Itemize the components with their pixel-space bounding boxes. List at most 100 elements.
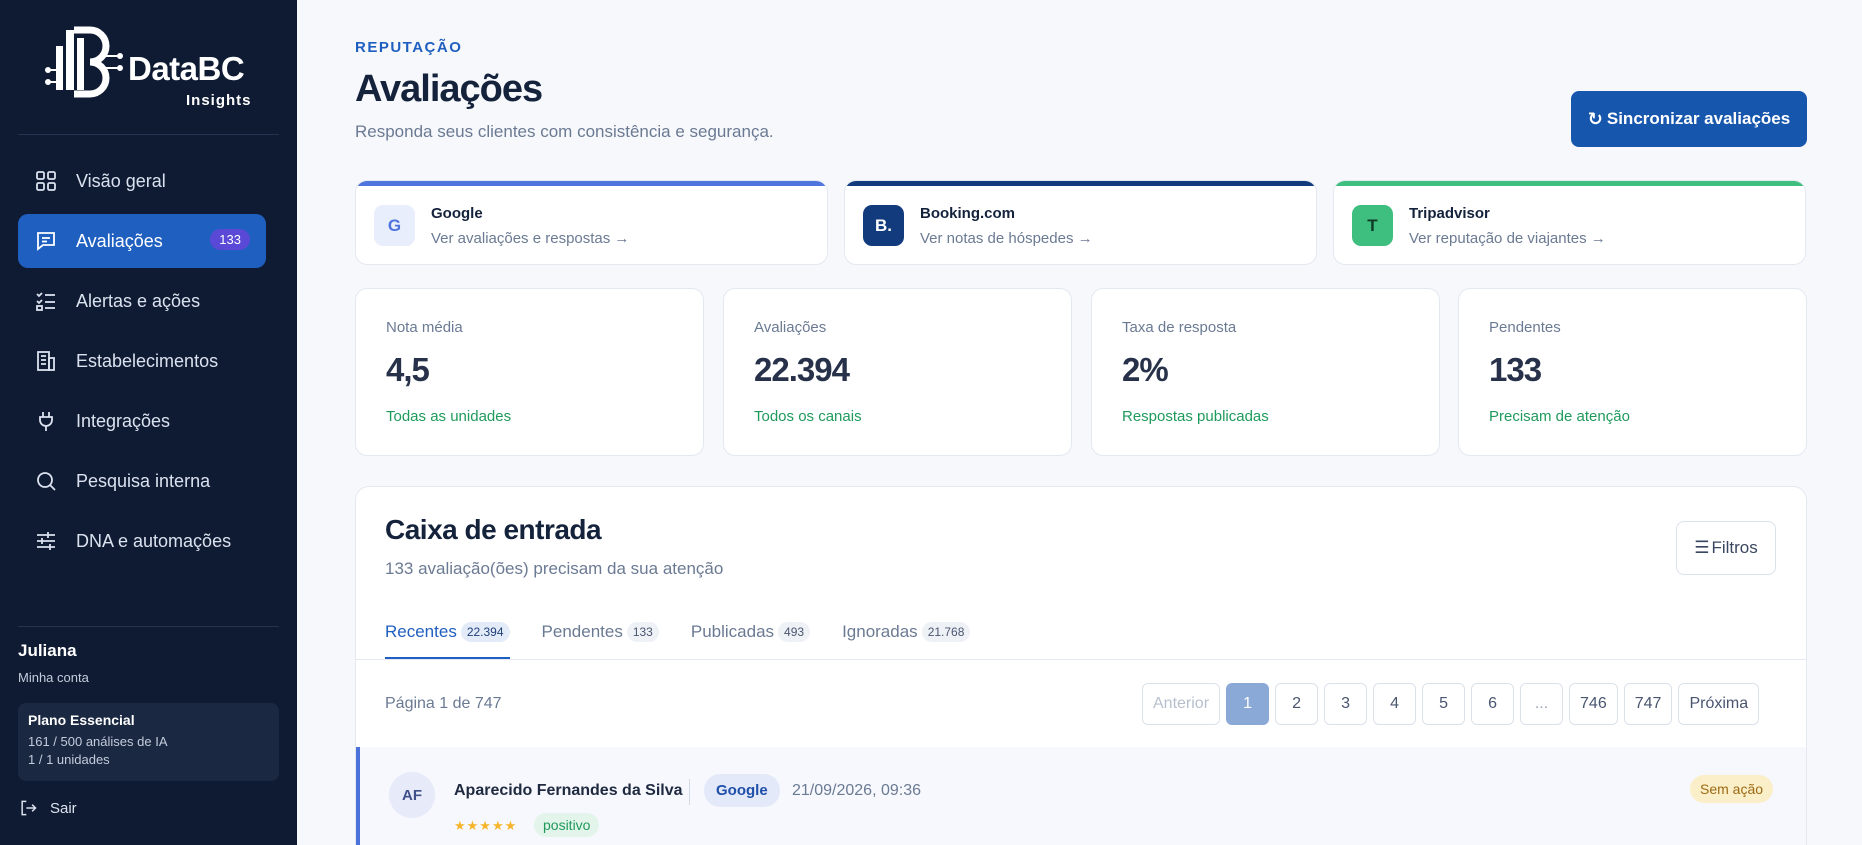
sidebar-item-pesquisa[interactable]: Pesquisa interna [18, 454, 266, 508]
page-button-3[interactable]: 3 [1324, 683, 1368, 725]
main-content: REPUTAÇÃO Avaliações Responda seus clien… [297, 0, 1862, 845]
tab-publicadas[interactable]: Publicadas 493 [690, 617, 811, 647]
filters-label: Filtros [1711, 538, 1758, 557]
sidebar-item-estabelecimentos[interactable]: Estabelecimentos [18, 334, 266, 388]
platform-card-tripadvisor[interactable]: T Tripadvisor Ver reputação de viajantes… [1333, 180, 1806, 265]
review-item[interactable]: AF Aparecido Fernandes da Silva Google 2… [356, 747, 1806, 845]
sidebar-item-label: Integrações [76, 410, 171, 431]
page-button-6[interactable]: 6 [1471, 683, 1515, 725]
kpi-value: 22.394 [754, 351, 850, 388]
platform-link[interactable]: Ver reputação de viajantes → [1409, 230, 1606, 247]
sync-reviews-button[interactable]: ↻ Sincronizar avaliações [1571, 91, 1807, 147]
review-accent-bar [356, 747, 360, 845]
search-icon [34, 469, 58, 493]
plug-icon [34, 409, 58, 433]
logout-label: Sair [50, 799, 77, 817]
kpi-value: 2% [1122, 351, 1169, 388]
page-button-2[interactable]: 2 [1275, 683, 1319, 725]
platform-card-booking[interactable]: B. Booking.com Ver notas de hóspedes → [844, 180, 1317, 265]
kpi-note: Todos os canais [754, 408, 862, 425]
kpi-note: Precisam de atenção [1489, 408, 1630, 425]
refresh-icon: ↻ [1587, 108, 1603, 129]
logout-icon [21, 800, 37, 816]
page-info: Página 1 de 747 [385, 695, 502, 712]
sidebar-item-label: Visão geral [76, 170, 166, 191]
tab-ignoradas[interactable]: Ignoradas 21.768 [842, 617, 971, 647]
kpi-note: Todas as unidades [386, 408, 512, 425]
kpi-value: 133 [1489, 351, 1542, 388]
tab-label: Pendentes [541, 622, 623, 641]
next-page-button[interactable]: Próxima [1678, 683, 1760, 725]
page-button-747[interactable]: 747 [1623, 683, 1673, 725]
sidebar: DataBC Insights Visão geral Avaliações 1… [0, 0, 297, 845]
prev-page-button[interactable]: Anterior [1142, 683, 1221, 725]
divider [356, 659, 1806, 660]
pagination: Anterior 1 2 3 4 5 6 ... 746 747 Próxima [1142, 683, 1765, 725]
booking-icon: B. [863, 205, 904, 246]
tab-label: Ignoradas [842, 622, 918, 641]
brand-logo[interactable]: DataBC Insights [44, 22, 264, 114]
message-icon [34, 229, 58, 253]
page-subtitle: Responda seus clientes com consistência … [355, 122, 774, 141]
page-button-4[interactable]: 4 [1373, 683, 1417, 725]
sentiment-badge: positivo [534, 813, 600, 837]
platform-name: Google [431, 205, 483, 222]
sidebar-item-avaliacoes[interactable]: Avaliações 133 [18, 214, 266, 268]
kpi-label: Taxa de resposta [1122, 319, 1237, 336]
account-link[interactable]: Minha conta [18, 670, 89, 685]
sidebar-item-label: Avaliações [76, 230, 163, 251]
tripadvisor-icon: T [1352, 205, 1393, 246]
sliders-icon [34, 529, 58, 553]
page-title: Avaliações [355, 68, 543, 110]
avatar: AF [389, 772, 435, 818]
kpi-card-avaliacoes: Avaliações 22.394 Todos os canais [723, 288, 1072, 456]
page-button-5[interactable]: 5 [1422, 683, 1466, 725]
logo-mark-icon [45, 26, 123, 98]
platform-link[interactable]: Ver avaliações e respostas → [431, 230, 629, 247]
status-badge: Sem ação [1690, 775, 1774, 803]
inbox-title: Caixa de entrada [385, 514, 602, 545]
sidebar-item-label: Estabelecimentos [76, 350, 219, 371]
platform-link[interactable]: Ver notas de hóspedes → [920, 230, 1093, 247]
user-name: Juliana [18, 641, 77, 660]
tab-count: 21.768 [921, 622, 971, 642]
sidebar-item-label: Alertas e ações [76, 290, 201, 311]
divider [689, 779, 690, 805]
page-button-1[interactable]: 1 [1226, 683, 1270, 725]
kpi-card-nota-media: Nota média 4,5 Todas as unidades [355, 288, 704, 456]
accent-bar [1334, 181, 1805, 186]
divider [18, 626, 279, 627]
filters-button[interactable]: ☰ Filtros [1676, 521, 1776, 575]
sidebar-item-visao-geral[interactable]: Visão geral [18, 154, 266, 208]
accent-bar [845, 181, 1316, 186]
kpi-label: Nota média [386, 319, 463, 336]
plan-units: 1 / 1 unidades [28, 752, 110, 767]
kpi-note: Respostas publicadas [1122, 408, 1269, 425]
google-icon: G [374, 205, 415, 246]
checklist-icon [34, 289, 58, 313]
star-rating: ★★★★★ [454, 818, 518, 833]
tab-label: Publicadas [690, 622, 775, 641]
sidebar-item-alertas[interactable]: Alertas e ações [18, 274, 266, 328]
kpi-label: Pendentes [1489, 319, 1561, 336]
sidebar-item-integracoes[interactable]: Integrações [18, 394, 266, 448]
tab-count: 133 [626, 622, 659, 642]
accent-bar [356, 181, 827, 186]
logout-button[interactable]: Sair [18, 798, 77, 818]
page-button-746[interactable]: 746 [1569, 683, 1618, 725]
count-badge: 133 [210, 229, 250, 250]
plan-usage: 161 / 500 análises de IA [28, 734, 168, 749]
kpi-card-pendentes: Pendentes 133 Precisam de atenção [1458, 288, 1807, 456]
tab-count: 22.394 [460, 622, 510, 642]
kpi-value: 4,5 [386, 351, 430, 388]
reviewer-name: Aparecido Fernandes da Silva [454, 782, 683, 799]
sidebar-item-dna[interactable]: DNA e automações [18, 514, 266, 568]
source-badge: Google [704, 774, 780, 807]
building-icon [34, 349, 58, 373]
platform-card-google[interactable]: G Google Ver avaliações e respostas → [355, 180, 828, 265]
inbox-subtitle: 133 avaliação(ões) precisam da sua atenç… [385, 559, 724, 578]
tab-pendentes[interactable]: Pendentes 133 [542, 617, 659, 647]
divider [18, 134, 279, 135]
tab-recentes[interactable]: Recentes 22.394 [385, 617, 510, 659]
brand-sub: Insights [186, 92, 252, 109]
